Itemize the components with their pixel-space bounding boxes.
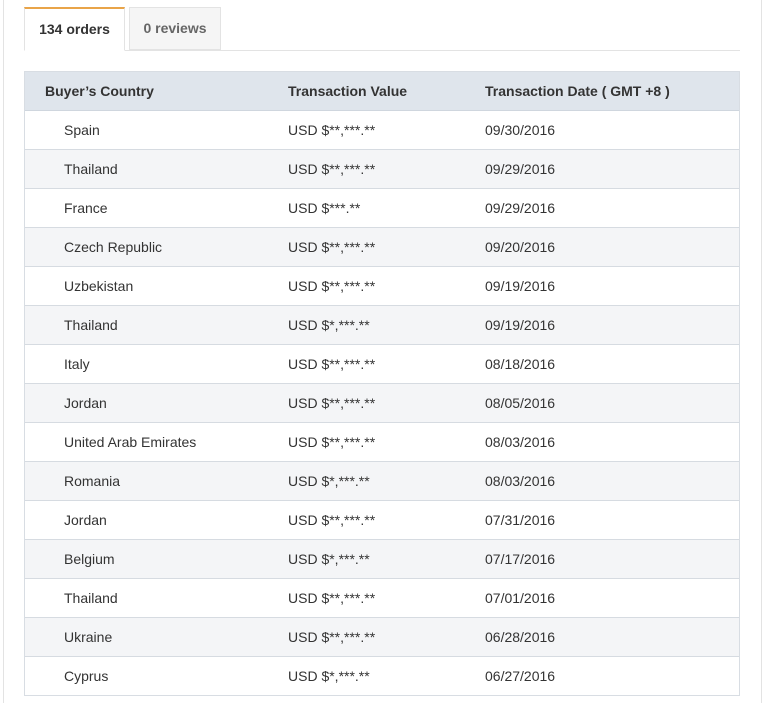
country-name: Cyprus — [64, 668, 109, 684]
tab-orders[interactable]: 134 orders — [24, 7, 125, 51]
table-body: Spain USD $**,***.** 09/30/2016 Thailand USD… — [25, 111, 739, 695]
country-name: Italy — [64, 356, 90, 372]
country-cell: Czech Republic — [45, 228, 162, 266]
table-row: Belgium USD $*,***.** 07/17/2016 — [25, 540, 739, 579]
country-cell: Uzbekistan — [45, 267, 133, 305]
country-cell: France — [45, 189, 108, 227]
country-cell: Jordan — [45, 501, 107, 539]
transaction-date-cell: 07/17/2016 — [485, 551, 556, 567]
table-row: Uzbekistan USD $**,***.** 09/19/2016 — [25, 267, 739, 306]
transaction-value-cell: USD $**,***.** — [288, 122, 376, 138]
transaction-date-cell: 08/18/2016 — [485, 356, 556, 372]
country-cell: Cyprus — [45, 657, 108, 695]
country-name: France — [64, 200, 108, 216]
flag-jordan-icon — [45, 515, 60, 525]
tab-bar: 134 orders 0 reviews — [24, 7, 740, 51]
flag-jordan-icon — [45, 398, 60, 408]
flag-belgium-icon — [45, 554, 60, 564]
transaction-date-cell: 07/01/2016 — [485, 590, 556, 606]
table-row: Romania USD $*,***.** 08/03/2016 — [25, 462, 739, 501]
transactions-table: Buyer’s Country Transaction Value Transa… — [24, 71, 740, 696]
country-name: Czech Republic — [64, 239, 163, 255]
flag-italy-icon — [45, 359, 60, 369]
flag-france-icon — [45, 203, 60, 213]
table-row: Cyprus USD $*,***.** 06/27/2016 — [25, 657, 739, 695]
table-row: France USD $***.** 09/29/2016 — [25, 189, 739, 228]
country-cell: Italy — [45, 345, 90, 383]
table-row: Thailand USD $*,***.** 09/19/2016 — [25, 306, 739, 345]
transaction-value-cell: USD $**,***.** — [288, 512, 376, 528]
flag-thailand-icon — [45, 320, 60, 330]
flag-cyprus-icon — [45, 671, 60, 681]
flag-spain-icon — [45, 125, 60, 135]
country-name: Romania — [64, 473, 121, 489]
country-cell: Romania — [45, 462, 120, 500]
flag-uzbekistan-icon — [45, 281, 60, 291]
transaction-date-cell: 08/05/2016 — [485, 395, 556, 411]
transaction-value-cell: USD $**,***.** — [288, 356, 376, 372]
country-name: Ukraine — [64, 629, 113, 645]
country-cell: Ukraine — [45, 618, 112, 656]
flag-uae-icon — [45, 437, 60, 447]
transaction-date-cell: 09/19/2016 — [485, 278, 556, 294]
transaction-date-cell: 09/29/2016 — [485, 161, 556, 177]
table-header: Buyer’s Country Transaction Value Transa… — [25, 72, 739, 111]
transaction-value-cell: USD $***.** — [288, 200, 361, 216]
country-cell: Thailand — [45, 306, 118, 344]
transaction-date-cell: 08/03/2016 — [485, 473, 556, 489]
transaction-date-cell: 06/28/2016 — [485, 629, 556, 645]
column-header-country: Buyer’s Country — [45, 83, 154, 99]
table-row: Jordan USD $**,***.** 08/05/2016 — [25, 384, 739, 423]
country-cell: Jordan — [45, 384, 107, 422]
country-name: Uzbekistan — [64, 278, 134, 294]
country-cell: Belgium — [45, 540, 115, 578]
flag-czech-republic-icon — [45, 242, 60, 252]
transaction-value-cell: USD $**,***.** — [288, 278, 376, 294]
country-cell: Spain — [45, 111, 100, 149]
transaction-value-cell: USD $*,***.** — [288, 551, 370, 567]
table-row: Ukraine USD $**,***.** 06/28/2016 — [25, 618, 739, 657]
transaction-value-cell: USD $**,***.** — [288, 590, 376, 606]
country-name: Jordan — [64, 395, 107, 411]
country-name: United Arab Emirates — [64, 434, 197, 450]
country-name: Thailand — [64, 317, 118, 333]
country-name: Thailand — [64, 590, 118, 606]
country-cell: United Arab Emirates — [45, 423, 196, 461]
transaction-date-cell: 09/30/2016 — [485, 122, 556, 138]
transaction-date-cell: 08/03/2016 — [485, 434, 556, 450]
table-row: Spain USD $**,***.** 09/30/2016 — [25, 111, 739, 150]
flag-thailand-icon — [45, 164, 60, 174]
country-name: Spain — [64, 122, 100, 138]
flag-ukraine-icon — [45, 632, 60, 642]
country-name: Jordan — [64, 512, 107, 528]
transaction-value-cell: USD $**,***.** — [288, 395, 376, 411]
transaction-date-cell: 07/31/2016 — [485, 512, 556, 528]
transaction-value-cell: USD $*,***.** — [288, 473, 370, 489]
table-row: Jordan USD $**,***.** 07/31/2016 — [25, 501, 739, 540]
table-row: Thailand USD $**,***.** 07/01/2016 — [25, 579, 739, 618]
transaction-value-cell: USD $**,***.** — [288, 239, 376, 255]
transaction-date-cell: 06/27/2016 — [485, 668, 556, 684]
transaction-value-cell: USD $**,***.** — [288, 161, 376, 177]
country-name: Belgium — [64, 551, 115, 567]
table-row: Czech Republic USD $**,***.** 09/20/2016 — [25, 228, 739, 267]
flag-romania-icon — [45, 476, 60, 486]
country-name: Thailand — [64, 161, 118, 177]
table-row: United Arab Emirates USD $**,***.** 08/03/… — [25, 423, 739, 462]
transaction-date-cell: 09/29/2016 — [485, 200, 556, 216]
table-row: Italy USD $**,***.** 08/18/2016 — [25, 345, 739, 384]
column-header-value: Transaction Value — [288, 83, 408, 99]
column-header-date: Transaction Date ( GMT +8 ) — [485, 83, 670, 99]
transaction-date-cell: 09/20/2016 — [485, 239, 556, 255]
flag-thailand-icon — [45, 593, 60, 603]
country-cell: Thailand — [45, 579, 118, 617]
transaction-date-cell: 09/19/2016 — [485, 317, 556, 333]
transaction-value-cell: USD $**,***.** — [288, 434, 376, 450]
transaction-value-cell: USD $*,***.** — [288, 668, 370, 684]
transaction-value-cell: USD $**,***.** — [288, 629, 376, 645]
tab-reviews[interactable]: 0 reviews — [129, 7, 221, 50]
table-row: Thailand USD $**,***.** 09/29/2016 — [25, 150, 739, 189]
transaction-value-cell: USD $*,***.** — [288, 317, 370, 333]
country-cell: Thailand — [45, 150, 118, 188]
